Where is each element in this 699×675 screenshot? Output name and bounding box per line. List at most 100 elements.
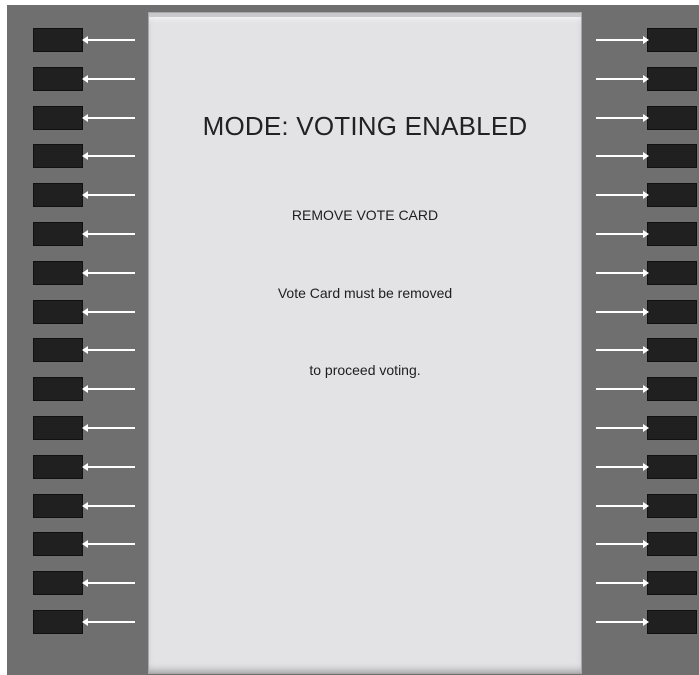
left-selection-button-6[interactable] (33, 222, 83, 246)
left-selection-row-14 (27, 532, 157, 556)
right-selection-button-9[interactable] (647, 338, 697, 362)
arrow-left-icon (82, 36, 135, 44)
arrow-left-icon (82, 385, 135, 393)
arrow-left-icon (82, 230, 135, 238)
right-selection-button-16[interactable] (647, 610, 697, 634)
right-selection-button-12[interactable] (647, 455, 697, 479)
arrow-left-icon (82, 579, 135, 587)
left-selection-row-11 (27, 416, 157, 440)
arrow-right-icon (596, 75, 649, 83)
left-selection-button-10[interactable] (33, 377, 83, 401)
arrow-right-icon (596, 269, 649, 277)
left-selection-row-2 (27, 67, 157, 91)
left-selection-row-1 (27, 28, 157, 52)
left-selection-button-16[interactable] (33, 610, 83, 634)
arrow-right-icon (596, 114, 649, 122)
arrow-left-icon (82, 463, 135, 471)
right-selection-row-14 (589, 532, 699, 556)
right-selection-row-8 (589, 300, 699, 324)
arrow-right-icon (596, 36, 649, 44)
arrow-left-icon (82, 269, 135, 277)
right-selection-button-6[interactable] (647, 222, 697, 246)
message-line-1: Vote Card must be removed (277, 285, 453, 301)
left-selection-row-10 (27, 377, 157, 401)
voting-machine-frame: MODE: VOTING ENABLED REMOVE VOTE CARD Vo… (7, 5, 699, 675)
left-selection-row-9 (27, 338, 157, 362)
left-selection-button-4[interactable] (33, 144, 83, 168)
left-selection-row-12 (27, 455, 157, 479)
arrow-right-icon (596, 424, 649, 432)
left-selection-row-5 (27, 183, 157, 207)
arrow-left-icon (82, 75, 135, 83)
left-selection-button-2[interactable] (33, 67, 83, 91)
left-selection-row-16 (27, 610, 157, 634)
right-selection-button-14[interactable] (647, 532, 697, 556)
left-selection-row-4 (27, 144, 157, 168)
arrow-right-icon (596, 463, 649, 471)
right-selection-button-11[interactable] (647, 416, 697, 440)
left-selection-button-5[interactable] (33, 183, 83, 207)
arrow-left-icon (82, 540, 135, 548)
left-selection-button-7[interactable] (33, 261, 83, 285)
arrow-right-icon (596, 618, 649, 626)
right-selection-button-10[interactable] (647, 377, 697, 401)
right-selection-row-1 (589, 28, 699, 52)
display-screen: MODE: VOTING ENABLED REMOVE VOTE CARD Vo… (149, 13, 581, 673)
left-selection-button-14[interactable] (33, 532, 83, 556)
arrow-left-icon (82, 346, 135, 354)
mode-title: MODE: VOTING ENABLED (202, 111, 528, 141)
right-selection-button-3[interactable] (647, 106, 697, 130)
right-selection-row-2 (589, 67, 699, 91)
left-selection-button-15[interactable] (33, 571, 83, 595)
right-selection-button-8[interactable] (647, 300, 697, 324)
arrow-left-icon (82, 114, 135, 122)
left-selection-row-6 (27, 222, 157, 246)
right-selection-row-7 (589, 261, 699, 285)
arrow-left-icon (82, 308, 135, 316)
right-selection-row-10 (589, 377, 699, 401)
arrow-right-icon (596, 502, 649, 510)
arrow-right-icon (596, 579, 649, 587)
left-selection-row-15 (27, 571, 157, 595)
left-selection-row-8 (27, 300, 157, 324)
right-selection-row-12 (589, 455, 699, 479)
arrow-right-icon (596, 540, 649, 548)
right-selection-button-13[interactable] (647, 494, 697, 518)
right-selection-button-1[interactable] (647, 28, 697, 52)
right-selection-button-2[interactable] (647, 67, 697, 91)
arrow-left-icon (82, 424, 135, 432)
left-selection-button-3[interactable] (33, 106, 83, 130)
right-selection-button-15[interactable] (647, 571, 697, 595)
left-selection-button-11[interactable] (33, 416, 83, 440)
arrow-left-icon (82, 618, 135, 626)
arrow-right-icon (596, 152, 649, 160)
right-selection-row-11 (589, 416, 699, 440)
arrow-right-icon (596, 308, 649, 316)
right-selection-row-3 (589, 106, 699, 130)
left-selection-button-9[interactable] (33, 338, 83, 362)
right-selection-button-7[interactable] (647, 261, 697, 285)
arrow-right-icon (596, 230, 649, 238)
left-selection-button-8[interactable] (33, 300, 83, 324)
arrow-left-icon (82, 191, 135, 199)
right-selection-button-4[interactable] (647, 144, 697, 168)
right-selection-row-9 (589, 338, 699, 362)
arrow-right-icon (596, 385, 649, 393)
right-selection-row-4 (589, 144, 699, 168)
arrow-right-icon (596, 346, 649, 354)
message-line-2: to proceed voting. (309, 362, 421, 378)
arrow-left-icon (82, 152, 135, 160)
right-selection-button-5[interactable] (647, 183, 697, 207)
left-selection-button-13[interactable] (33, 494, 83, 518)
right-selection-row-5 (589, 183, 699, 207)
right-selection-row-6 (589, 222, 699, 246)
left-selection-button-1[interactable] (33, 28, 83, 52)
right-selection-row-16 (589, 610, 699, 634)
left-selection-button-12[interactable] (33, 455, 83, 479)
left-selection-row-3 (27, 106, 157, 130)
right-selection-row-13 (589, 494, 699, 518)
arrow-right-icon (596, 191, 649, 199)
arrow-left-icon (82, 502, 135, 510)
left-selection-row-13 (27, 494, 157, 518)
left-selection-row-7 (27, 261, 157, 285)
